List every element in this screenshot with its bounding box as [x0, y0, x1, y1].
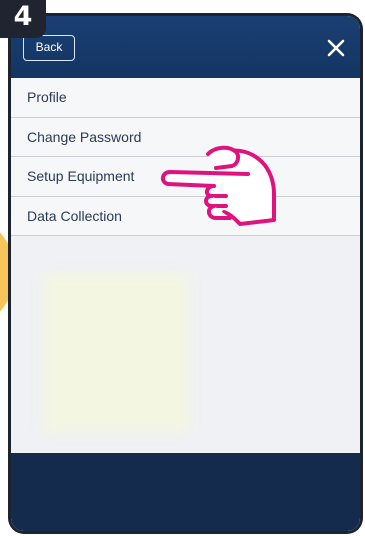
phone-frame: Back Profile Change Password Setup Equip…	[8, 13, 363, 534]
app-header: Back	[11, 16, 360, 78]
hand-pointer-icon	[161, 145, 276, 226]
app-screen: Back Profile Change Password Setup Equip…	[11, 16, 360, 531]
close-icon[interactable]	[324, 36, 348, 60]
blurred-card	[43, 274, 189, 432]
step-number-badge: 4	[0, 0, 46, 38]
menu-item-profile[interactable]: Profile	[11, 78, 360, 118]
back-button[interactable]: Back	[23, 35, 75, 61]
footer-bar	[11, 453, 360, 531]
